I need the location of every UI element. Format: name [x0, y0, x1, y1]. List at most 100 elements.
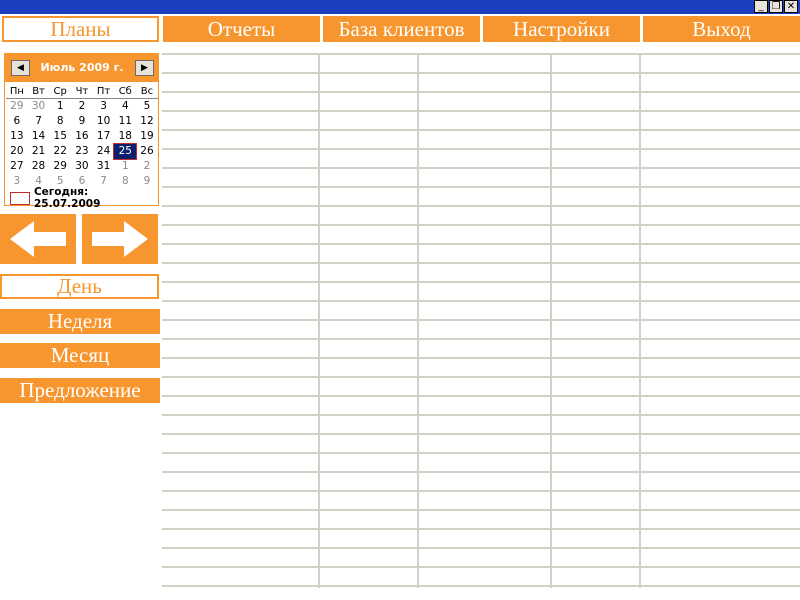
calendar-week: 20 21 22 23 24 25 26: [6, 143, 158, 160]
calendar-day[interactable]: 6: [6, 114, 28, 129]
exit-button[interactable]: Выход: [643, 16, 800, 42]
calendar-week: 6 7 8 9 10 11 12: [6, 114, 158, 129]
weekday-label: Вт: [32, 86, 45, 97]
calendar-day[interactable]: 10: [93, 114, 115, 129]
weekday-header: Пн Вт Ср Чт Пт Сб Вс: [6, 84, 158, 99]
grid-column-line: [318, 53, 320, 588]
minimize-icon[interactable]: _: [754, 0, 768, 13]
calendar-day[interactable]: 3: [6, 174, 28, 189]
calendar-day[interactable]: 23: [71, 144, 93, 159]
arrow-right-icon: [92, 221, 148, 257]
calendar-day[interactable]: 30: [28, 99, 50, 114]
grid-row-line: [162, 509, 800, 511]
grid-row-line: [162, 91, 800, 93]
close-icon[interactable]: ✕: [784, 0, 798, 13]
calendar-day[interactable]: 9: [71, 114, 93, 129]
calendar-day[interactable]: 12: [136, 114, 158, 129]
grid-row-line: [162, 110, 800, 112]
grid-row-line: [162, 186, 800, 188]
grid-row-line: [162, 129, 800, 131]
calendar-header: ◀ Июль 2009 г. ▶: [5, 54, 158, 82]
calendar-day[interactable]: 2: [136, 159, 158, 174]
grid-row-line: [162, 72, 800, 74]
calendar-day[interactable]: 5: [136, 99, 158, 114]
grid-row-line: [162, 167, 800, 169]
calendar-week: 29 30 1 2 3 4 5: [6, 99, 158, 114]
calendar-day[interactable]: 2: [71, 99, 93, 114]
calendar-day[interactable]: 18: [114, 129, 136, 144]
grid-row-line: [162, 148, 800, 150]
calendar-month-title[interactable]: Июль 2009 г.: [31, 61, 133, 74]
today-link[interactable]: Сегодня: 25.07.2009: [10, 186, 158, 210]
grid-row-line: [162, 395, 800, 397]
calendar-day[interactable]: 11: [114, 114, 136, 129]
calendar-day[interactable]: 1: [49, 99, 71, 114]
view-week-button[interactable]: Неделя: [0, 309, 160, 334]
tab-reports[interactable]: Отчеты: [163, 16, 320, 42]
calendar-day[interactable]: 14: [28, 129, 50, 144]
grid-row-line: [162, 300, 800, 302]
calendar-day[interactable]: 4: [114, 99, 136, 114]
calendar-day[interactable]: 22: [49, 144, 71, 159]
calendar-day[interactable]: 29: [6, 99, 28, 114]
next-period-button[interactable]: [82, 214, 158, 264]
grid-row-line: [162, 338, 800, 340]
grid-row-line: [162, 566, 800, 568]
view-month-button[interactable]: Месяц: [0, 343, 160, 368]
grid-row-line: [162, 452, 800, 454]
calendar-day[interactable]: 28: [28, 159, 50, 174]
calendar-day[interactable]: 26: [136, 144, 158, 159]
calendar-day[interactable]: 30: [71, 159, 93, 174]
calendar-day[interactable]: 19: [136, 129, 158, 144]
view-offer-button[interactable]: Предложение: [0, 378, 160, 403]
tab-settings[interactable]: Настройки: [483, 16, 640, 42]
grid-row-line: [162, 243, 800, 245]
arrow-left-icon: [10, 221, 66, 257]
next-month-icon[interactable]: ▶: [135, 60, 154, 76]
grid-column-line: [639, 53, 641, 588]
grid-row-line: [162, 547, 800, 549]
restore-icon[interactable]: ❐: [769, 0, 783, 13]
calendar-day[interactable]: 25: [113, 143, 138, 160]
calendar-day[interactable]: 27: [6, 159, 28, 174]
grid-row-line: [162, 224, 800, 226]
tab-clients[interactable]: База клиентов: [323, 16, 480, 42]
weekday-label: Ср: [53, 86, 67, 97]
calendar-day[interactable]: 20: [6, 144, 28, 159]
calendar-day[interactable]: 3: [93, 99, 115, 114]
weekday-label: Пн: [9, 86, 24, 97]
grid-row-line: [162, 205, 800, 207]
calendar-day[interactable]: 31: [93, 159, 115, 174]
grid-row-line: [162, 433, 800, 435]
calendar-day[interactable]: 17: [93, 129, 115, 144]
grid-row-line: [162, 262, 800, 264]
calendar-day[interactable]: 1: [114, 159, 136, 174]
month-calendar: ◀ Июль 2009 г. ▶ Пн Вт Ср Чт Пт Сб Вс 29 30 1 2 3 4 5…: [4, 53, 159, 210]
calendar-day[interactable]: 15: [49, 129, 71, 144]
grid-row-line: [162, 319, 800, 321]
tab-plans[interactable]: Планы: [2, 16, 159, 42]
weekday-label: Вс: [140, 86, 154, 97]
weekday-label: Сб: [118, 86, 132, 97]
today-label: Сегодня: 25.07.2009: [33, 186, 101, 210]
calendar-week: 13 14 15 16 17 18 19: [6, 129, 158, 144]
prev-month-icon[interactable]: ◀: [11, 60, 30, 76]
grid-row-line: [162, 53, 800, 55]
grid-row-line: [162, 585, 800, 587]
calendar-day[interactable]: 29: [49, 159, 71, 174]
calendar-day[interactable]: 16: [71, 129, 93, 144]
calendar-day[interactable]: 21: [28, 144, 50, 159]
grid-row-line: [162, 414, 800, 416]
view-day-button[interactable]: День: [0, 274, 159, 299]
today-marker-icon: [10, 191, 30, 205]
grid-row-line: [162, 357, 800, 359]
schedule-grid[interactable]: [162, 53, 800, 590]
calendar-day[interactable]: 8: [49, 114, 71, 129]
calendar-grid: Пн Вт Ср Чт Пт Сб Вс 29 30 1 2 3 4 5 6 7 8 9 10 11 12 13 14 15 1…: [6, 84, 158, 189]
calendar-day[interactable]: 24: [93, 144, 115, 159]
calendar-day[interactable]: 13: [6, 129, 28, 144]
grid-column-line: [417, 53, 419, 588]
previous-period-button[interactable]: [0, 214, 76, 264]
grid-row-line: [162, 490, 800, 492]
calendar-day[interactable]: 7: [28, 114, 50, 129]
